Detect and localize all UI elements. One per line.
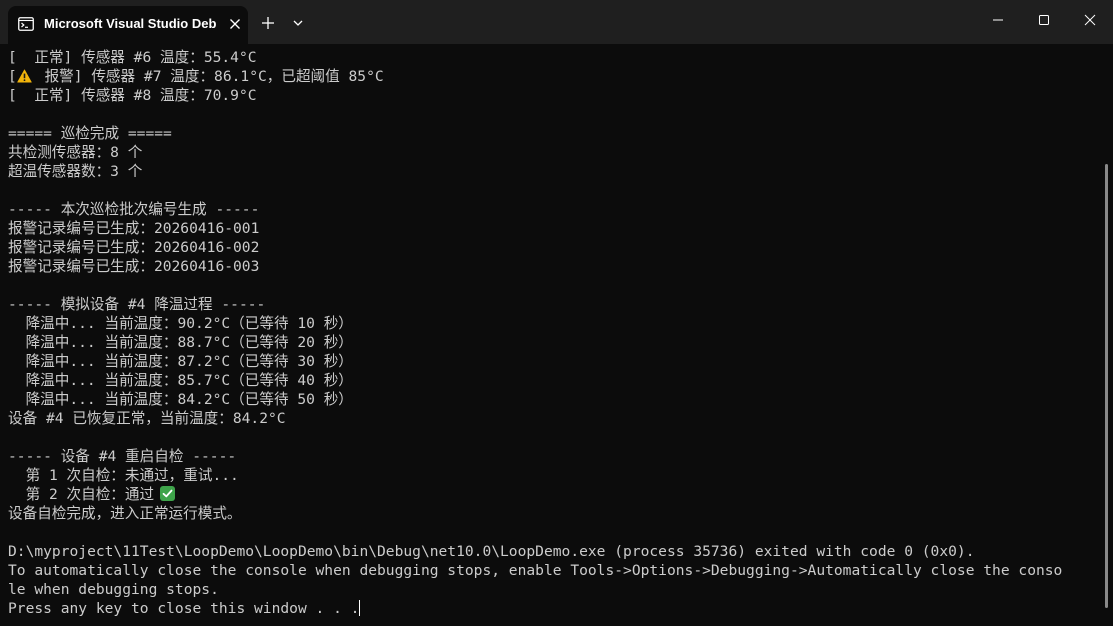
console-line: 降温中... 当前温度：84.2°C（已等待 50 秒） bbox=[8, 391, 353, 408]
prompt-text: Press any key to close this window . . . bbox=[8, 600, 360, 617]
console-line: 降温中... 当前温度：85.7°C（已等待 40 秒） bbox=[8, 372, 353, 389]
console-line: 降温中... 当前温度：90.2°C（已等待 10 秒） bbox=[8, 315, 353, 332]
console-line: le when debugging stops. bbox=[8, 581, 219, 598]
close-icon[interactable] bbox=[226, 15, 244, 33]
pass-text: 第 2 次自检：通过 bbox=[8, 486, 155, 503]
console-line: ----- 模拟设备 #4 降温过程 ----- bbox=[8, 296, 266, 313]
minimize-button[interactable] bbox=[975, 0, 1021, 40]
tab-title: Microsoft Visual Studio Debug Console bbox=[44, 16, 216, 31]
maximize-button[interactable] bbox=[1021, 0, 1067, 40]
console-line-warning: [ 报警] 传感器 #7 温度：86.1°C，已超阈值 85°C bbox=[8, 67, 1098, 86]
close-window-icon bbox=[1084, 14, 1096, 26]
console-line-prompt: Press any key to close this window . . . bbox=[8, 599, 1098, 618]
console-line: 报警记录编号已生成：20260416-003 bbox=[8, 258, 260, 275]
warning-prefix: [ bbox=[8, 68, 17, 85]
warning-icon bbox=[17, 69, 32, 83]
console-line: 报警记录编号已生成：20260416-002 bbox=[8, 239, 260, 256]
tab-debug-console[interactable]: Microsoft Visual Studio Debug Console bbox=[8, 6, 248, 44]
console-line: 设备 #4 已恢复正常，当前温度：84.2°C bbox=[8, 410, 286, 427]
console-line: 降温中... 当前温度：88.7°C（已等待 20 秒） bbox=[8, 334, 353, 351]
console-line: 降温中... 当前温度：87.2°C（已等待 30 秒） bbox=[8, 353, 353, 370]
console-line: ===== 巡检完成 ===== bbox=[8, 125, 172, 142]
console-line: 第 1 次自检：未通过，重试... bbox=[8, 467, 239, 484]
check-icon bbox=[160, 486, 176, 501]
console-window: Microsoft Visual Studio Debug Console bbox=[0, 0, 1113, 626]
text-cursor bbox=[359, 600, 361, 616]
chevron-down-icon[interactable] bbox=[290, 15, 306, 31]
console-line: [ 正常] 传感器 #8 温度：70.9°C bbox=[8, 87, 257, 104]
console-line: 报警记录编号已生成：20260416-001 bbox=[8, 220, 260, 237]
console-line: 共检测传感器：8 个 bbox=[8, 144, 143, 161]
plus-icon[interactable] bbox=[258, 13, 278, 33]
console-line: [ 正常] 传感器 #6 温度：55.4°C bbox=[8, 49, 257, 66]
console-line: D:\myproject\11Test\LoopDemo\LoopDemo\bi… bbox=[8, 543, 975, 560]
console-line: 设备自检完成，进入正常运行模式。 bbox=[8, 505, 242, 522]
console-output[interactable]: [ 正常] 传感器 #6 温度：55.4°C [ 报警] 传感器 #7 温度：8… bbox=[8, 48, 1098, 626]
close-window-button[interactable] bbox=[1067, 0, 1113, 40]
console-line: 超温传感器数：3 个 bbox=[8, 163, 143, 180]
maximize-icon bbox=[1039, 15, 1049, 25]
warning-text: 报警] 传感器 #7 温度：86.1°C，已超阈值 85°C bbox=[35, 68, 384, 85]
console-line: To automatically close the console when … bbox=[8, 562, 1063, 579]
console-line: ----- 设备 #4 重启自检 ----- bbox=[8, 448, 237, 465]
console-icon bbox=[18, 17, 34, 31]
minimize-icon bbox=[993, 19, 1003, 21]
console-line: ----- 本次巡检批次编号生成 ----- bbox=[8, 201, 260, 218]
console-line-pass: 第 2 次自检：通过 bbox=[8, 485, 1098, 504]
title-bar: Microsoft Visual Studio Debug Console bbox=[0, 0, 1113, 44]
scrollbar[interactable] bbox=[1105, 164, 1108, 608]
